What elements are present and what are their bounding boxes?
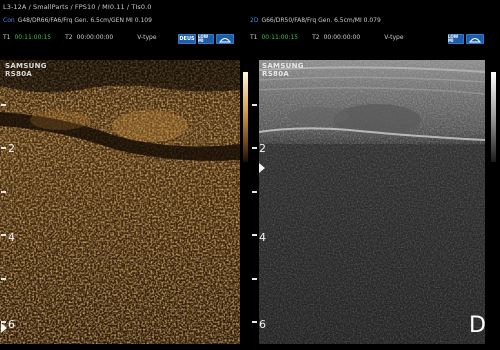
grayscale-bar	[491, 72, 496, 162]
depth-tick	[252, 234, 257, 236]
depth-tick	[252, 191, 257, 193]
left-low-mi-button[interactable]: LOW MI	[198, 34, 214, 44]
probe-icon	[219, 37, 231, 43]
left-depth-label-6: 6	[8, 318, 15, 331]
right-low-mi-button[interactable]: LOW MI	[448, 34, 464, 44]
right-t1-label: T1	[250, 34, 258, 41]
left-depth-label-4: 4	[8, 231, 15, 244]
depth-tick	[1, 104, 6, 106]
contrast-color-bar	[243, 72, 248, 162]
left-params-row: Con G48/DR66/FA6/Frq Gen. 6.5cm/GEN MI 0.…	[3, 17, 152, 24]
depth-tick	[1, 234, 6, 236]
depth-tick	[252, 321, 257, 323]
depth-tick	[1, 147, 6, 149]
ultrasound-screen: L3-12A / SmallParts / FPS10 / MI0.11 / T…	[0, 0, 500, 350]
right-t1-value: 00:11:00:15	[261, 34, 299, 41]
right-depth-scale: 2 4 6	[251, 60, 271, 345]
right-depth-label-4: 4	[259, 231, 266, 244]
right-params-row: 2D G66/DR50/FA8/Frq Gen. 6.5cm/MI 0.079	[250, 17, 381, 24]
right-depth-label-2: 2	[259, 142, 266, 155]
depth-tick	[1, 278, 6, 280]
depth-tick	[252, 147, 257, 149]
right-depth-label-6: 6	[259, 318, 266, 331]
bmode-image-panel: SAMSUNG RS80A	[259, 60, 485, 344]
contrast-image-panel: SAMSUNG RS80A	[0, 60, 240, 344]
left-deus-button[interactable]: DEUS	[178, 34, 196, 44]
left-vtype: V-type	[137, 34, 157, 41]
depth-tick	[252, 104, 257, 106]
right-mode-tag: 2D	[250, 17, 259, 24]
depth-tick	[252, 278, 257, 280]
left-mode-tag: Con	[3, 17, 15, 24]
depth-tick	[1, 191, 6, 193]
right-probe-button[interactable]	[466, 34, 484, 44]
panel-letter: D	[469, 313, 486, 338]
focus-marker-icon[interactable]	[259, 163, 265, 173]
contrast-image	[0, 60, 240, 344]
probe-info: L3-12A / SmallParts / FPS10 / MI0.11 / T…	[3, 3, 152, 11]
left-t2-value: 00:00:00:00	[76, 34, 114, 41]
left-timer-row: T1 00:11:00:15 T2 00:00:00:00 V-type	[3, 34, 157, 41]
right-t2-value: 00:00:00:00	[323, 34, 361, 41]
left-depth-scale: 2 4 6	[0, 60, 20, 345]
left-t2-label: T2	[65, 34, 73, 41]
focus-marker-icon[interactable]	[1, 323, 7, 333]
left-params: G48/DR66/FA6/Frq Gen. 6.5cm/GEN MI 0.109	[17, 17, 152, 24]
left-t1-label: T1	[3, 34, 11, 41]
right-timer-row: T1 00:11:00:15 T2 00:00:00:00 V-type	[250, 34, 404, 41]
right-vtype: V-type	[384, 34, 404, 41]
probe-icon	[469, 37, 481, 43]
right-t2-label: T2	[312, 34, 320, 41]
left-probe-button[interactable]	[216, 34, 234, 44]
left-t1-value: 00:11:00:15	[14, 34, 52, 41]
left-depth-label-2: 2	[8, 142, 15, 155]
bmode-image	[259, 60, 485, 344]
right-params: G66/DR50/FA8/Frq Gen. 6.5cm/MI 0.079	[261, 17, 381, 24]
